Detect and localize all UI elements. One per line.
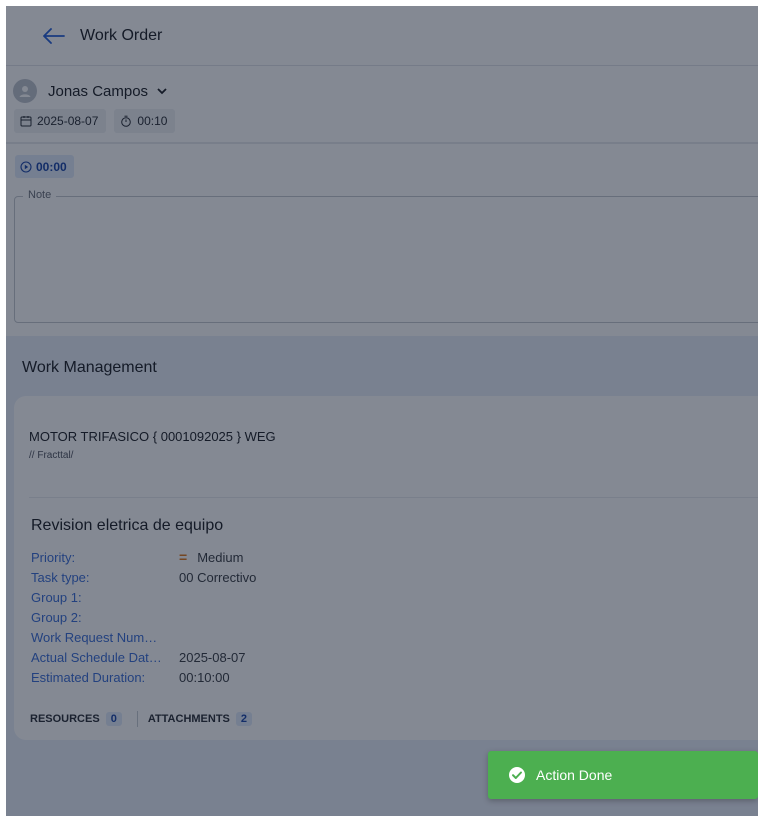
check-circle-icon	[508, 766, 526, 784]
work-order-screen: Work Order Jonas Campos	[6, 6, 758, 816]
snackbar: Action Done	[488, 751, 758, 799]
modal-backdrop[interactable]	[6, 6, 758, 816]
snackbar-message: Action Done	[536, 767, 613, 783]
